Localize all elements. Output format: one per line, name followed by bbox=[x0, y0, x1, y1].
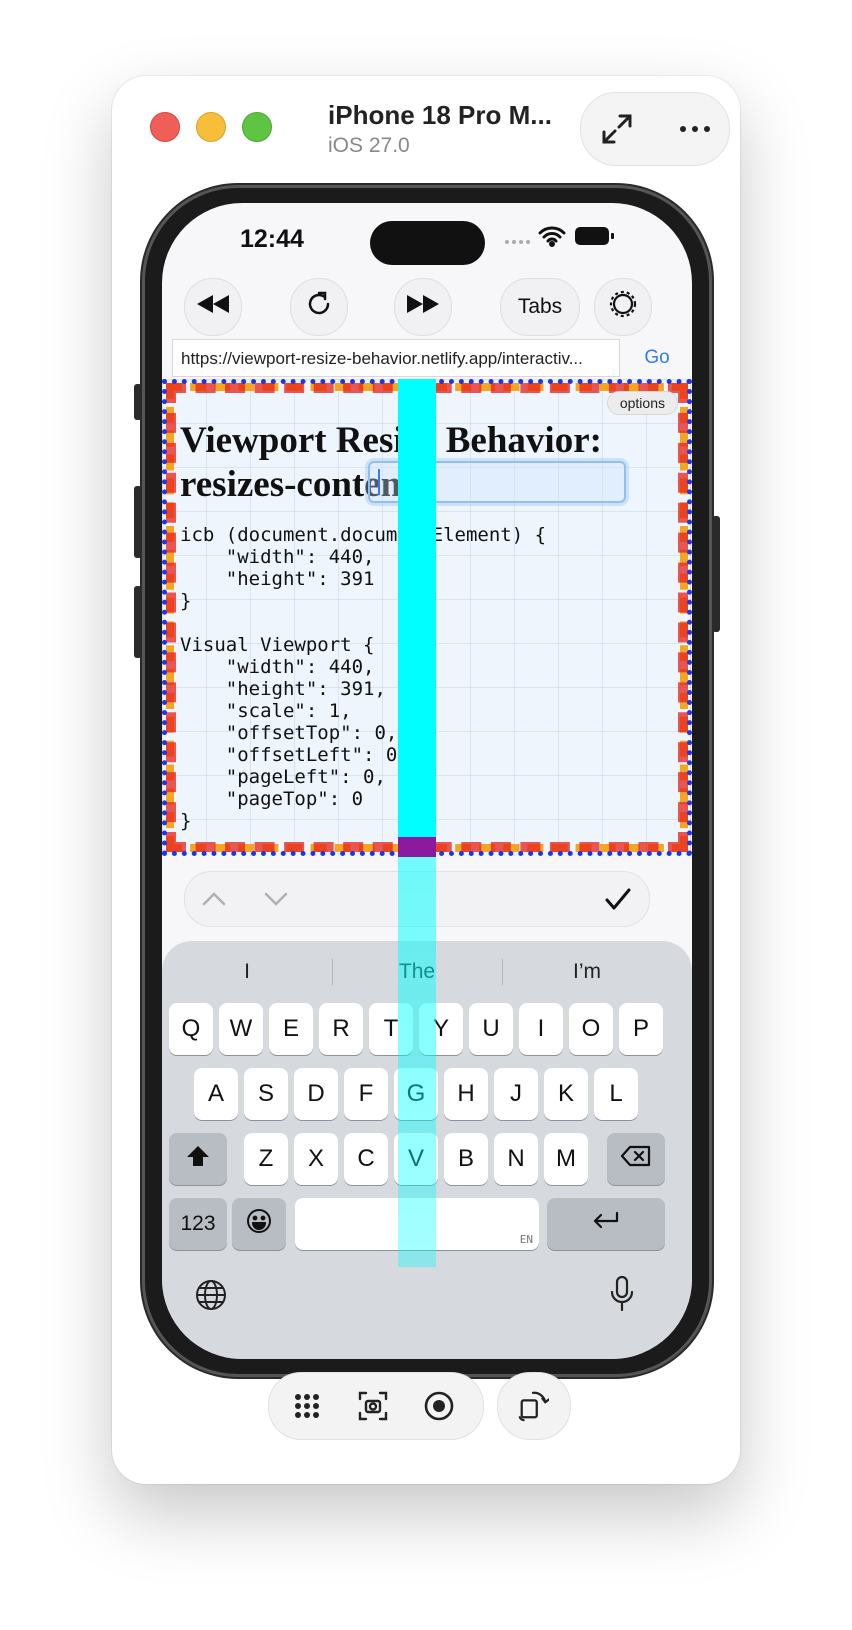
delete-key[interactable] bbox=[607, 1133, 665, 1185]
key-l[interactable]: L bbox=[594, 1068, 638, 1120]
key-e[interactable]: E bbox=[269, 1003, 313, 1055]
fast-forward-button[interactable] bbox=[394, 278, 452, 336]
space-language-label: EN bbox=[519, 1233, 533, 1246]
options-button[interactable]: options bbox=[606, 391, 678, 415]
key-a[interactable]: A bbox=[194, 1068, 238, 1120]
key-u[interactable]: U bbox=[469, 1003, 513, 1055]
dynamic-island bbox=[370, 221, 485, 265]
key-n[interactable]: N bbox=[494, 1133, 538, 1185]
key-q[interactable]: Q bbox=[169, 1003, 213, 1055]
key-x[interactable]: X bbox=[294, 1133, 338, 1185]
key-k[interactable]: K bbox=[544, 1068, 588, 1120]
go-button[interactable]: Go bbox=[628, 339, 686, 377]
purple-marker bbox=[398, 837, 436, 857]
url-field[interactable]: https://viewport-resize-behavior.netlify… bbox=[172, 339, 620, 377]
status-time: 12:44 bbox=[240, 225, 304, 253]
more-icon[interactable] bbox=[677, 111, 713, 147]
key-j[interactable]: J bbox=[494, 1068, 538, 1120]
simulator-controls bbox=[268, 1372, 484, 1440]
key-w[interactable]: W bbox=[219, 1003, 263, 1055]
done-checkmark-icon[interactable] bbox=[603, 884, 633, 914]
microphone-icon[interactable] bbox=[608, 1275, 636, 1318]
return-icon bbox=[591, 1210, 621, 1239]
key-d[interactable]: D bbox=[294, 1068, 338, 1120]
chevron-down-icon[interactable] bbox=[261, 884, 291, 914]
emoji-icon bbox=[246, 1208, 272, 1241]
key-b[interactable]: B bbox=[444, 1133, 488, 1185]
key-c[interactable]: C bbox=[344, 1133, 388, 1185]
wifi-icon bbox=[538, 225, 566, 252]
key-m[interactable]: M bbox=[544, 1133, 588, 1185]
action-button bbox=[134, 384, 142, 420]
rotate-icon[interactable] bbox=[517, 1390, 549, 1422]
text-caret bbox=[378, 469, 380, 495]
shift-icon bbox=[185, 1144, 211, 1175]
tabs-button[interactable]: Tabs bbox=[500, 278, 580, 336]
return-key[interactable] bbox=[547, 1198, 665, 1250]
chevron-up-icon[interactable] bbox=[199, 884, 229, 914]
screenshot-icon[interactable] bbox=[357, 1390, 389, 1422]
reload-icon bbox=[305, 290, 333, 324]
key-f[interactable]: F bbox=[344, 1068, 388, 1120]
zoom-window-button[interactable] bbox=[242, 112, 272, 142]
volume-down-button bbox=[134, 586, 142, 658]
key-z[interactable]: Z bbox=[244, 1133, 288, 1185]
key-i[interactable]: I bbox=[519, 1003, 563, 1055]
cyan-overlay-bar bbox=[398, 857, 436, 1267]
reload-button[interactable] bbox=[290, 278, 348, 336]
rewind-icon bbox=[195, 293, 231, 321]
record-icon[interactable] bbox=[423, 1390, 455, 1422]
globe-icon[interactable] bbox=[194, 1278, 228, 1317]
home-grid-icon[interactable] bbox=[291, 1390, 323, 1422]
settings-button[interactable] bbox=[594, 278, 652, 336]
key-o[interactable]: O bbox=[569, 1003, 613, 1055]
battery-icon bbox=[575, 226, 615, 251]
key-h[interactable]: H bbox=[444, 1068, 488, 1120]
close-window-button[interactable] bbox=[150, 112, 180, 142]
rewind-button[interactable] bbox=[184, 278, 242, 336]
os-version: iOS 27.0 bbox=[328, 134, 410, 157]
signal-icon bbox=[504, 233, 534, 251]
rotate-control bbox=[497, 1372, 571, 1440]
device-name: iPhone 18 Pro M... bbox=[328, 100, 552, 130]
window-actions bbox=[580, 92, 730, 166]
viewport-info: icb (document.documentElement) { "width"… bbox=[180, 524, 547, 832]
emoji-key[interactable] bbox=[232, 1198, 286, 1250]
suggestion-3[interactable]: I’m bbox=[502, 951, 672, 993]
suggestion-1[interactable]: I bbox=[162, 951, 332, 993]
power-button bbox=[712, 516, 720, 632]
minimize-window-button[interactable] bbox=[196, 112, 226, 142]
phone-screen: 12:44 Tabs https://viewport-resize-behav… bbox=[162, 203, 692, 1359]
key-s[interactable]: S bbox=[244, 1068, 288, 1120]
gear-icon bbox=[608, 289, 638, 325]
shift-key[interactable] bbox=[169, 1133, 227, 1185]
cyan-marker-bar bbox=[398, 379, 436, 837]
key-p[interactable]: P bbox=[619, 1003, 663, 1055]
backspace-icon bbox=[620, 1144, 652, 1175]
numbers-key[interactable]: 123 bbox=[169, 1198, 227, 1250]
expand-icon[interactable] bbox=[599, 111, 635, 147]
fast-forward-icon bbox=[405, 293, 441, 321]
key-r[interactable]: R bbox=[319, 1003, 363, 1055]
volume-up-button bbox=[134, 486, 142, 558]
